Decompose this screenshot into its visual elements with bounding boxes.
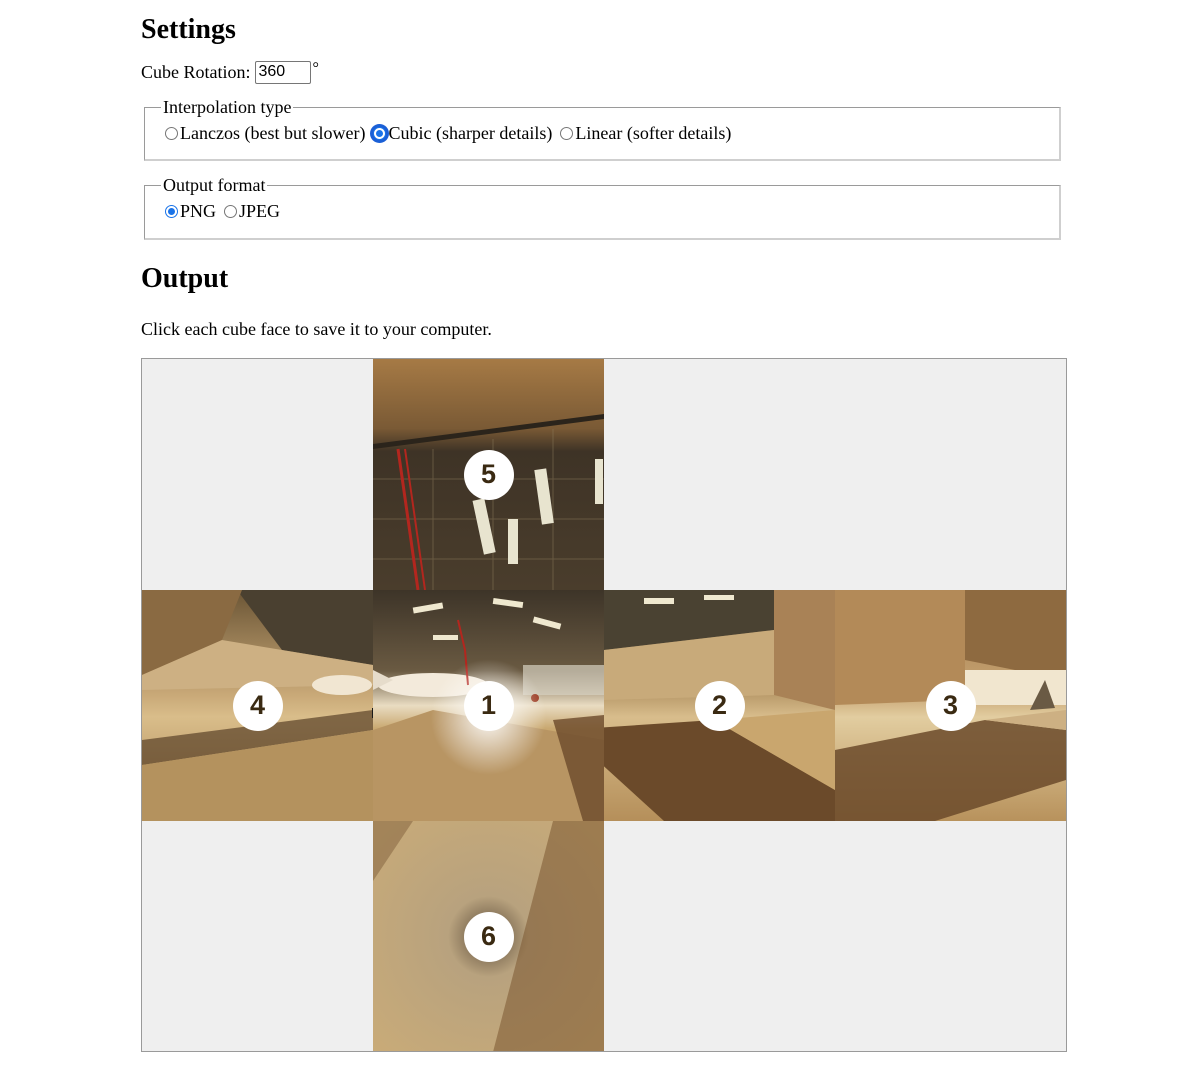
png-label: PNG: [180, 200, 217, 221]
output-description: Click each cube face to save it to your …: [141, 319, 492, 339]
lanczos-radio[interactable]: [165, 126, 178, 140]
cubemap-canvas: 5 4 1 2 3 6: [141, 358, 1067, 1052]
linear-label: Linear (softer details): [575, 122, 732, 143]
cube-rotation-input[interactable]: [254, 60, 311, 84]
cube-rotation-label: Cube Rotation:: [141, 61, 251, 82]
cube-rotation-row: Cube Rotation: °: [141, 58, 319, 86]
cube-face-4[interactable]: 4: [142, 590, 392, 821]
face-number-badge: 6: [463, 911, 514, 962]
interpolation-fieldset: Interpolation type Lanczos (best but slo…: [144, 97, 1061, 161]
format-option-jpeg[interactable]: JPEG: [224, 201, 280, 222]
face-number-badge: 1: [463, 680, 514, 731]
face-number-badge: 3: [925, 680, 976, 731]
linear-radio[interactable]: [560, 126, 574, 140]
output-format-legend: Output format: [163, 175, 266, 195]
cube-face-3[interactable]: 3: [835, 590, 1066, 821]
cubic-radio[interactable]: [373, 126, 387, 140]
interpolation-option-linear[interactable]: Linear (softer details): [560, 123, 731, 144]
cube-face-5[interactable]: 5: [373, 359, 604, 591]
settings-heading: Settings: [141, 14, 236, 45]
output-format-fieldset: Output format PNG JPEG: [144, 175, 1061, 240]
output-heading: Output: [141, 263, 229, 294]
interpolation-option-cubic[interactable]: Cubic (sharper details): [373, 123, 552, 144]
degree-unit: °: [312, 60, 319, 77]
face-number-badge: 2: [694, 680, 745, 731]
lanczos-label: Lanczos (best but slower): [180, 122, 366, 143]
cube-face-2[interactable]: 2: [564, 590, 835, 821]
cube-face-1[interactable]: 1: [373, 590, 604, 821]
jpeg-radio[interactable]: [224, 204, 238, 218]
format-option-png[interactable]: PNG: [165, 201, 216, 222]
face-number-badge: 5: [463, 449, 514, 500]
cubic-label: Cubic (sharper details): [388, 122, 553, 143]
interpolation-legend: Interpolation type: [163, 97, 292, 117]
jpeg-label: JPEG: [239, 200, 281, 221]
interpolation-option-lanczos[interactable]: Lanczos (best but slower): [165, 123, 365, 144]
face-number-badge: 4: [232, 680, 283, 731]
cube-face-6[interactable]: 6: [373, 821, 604, 1051]
png-radio[interactable]: [165, 204, 178, 218]
